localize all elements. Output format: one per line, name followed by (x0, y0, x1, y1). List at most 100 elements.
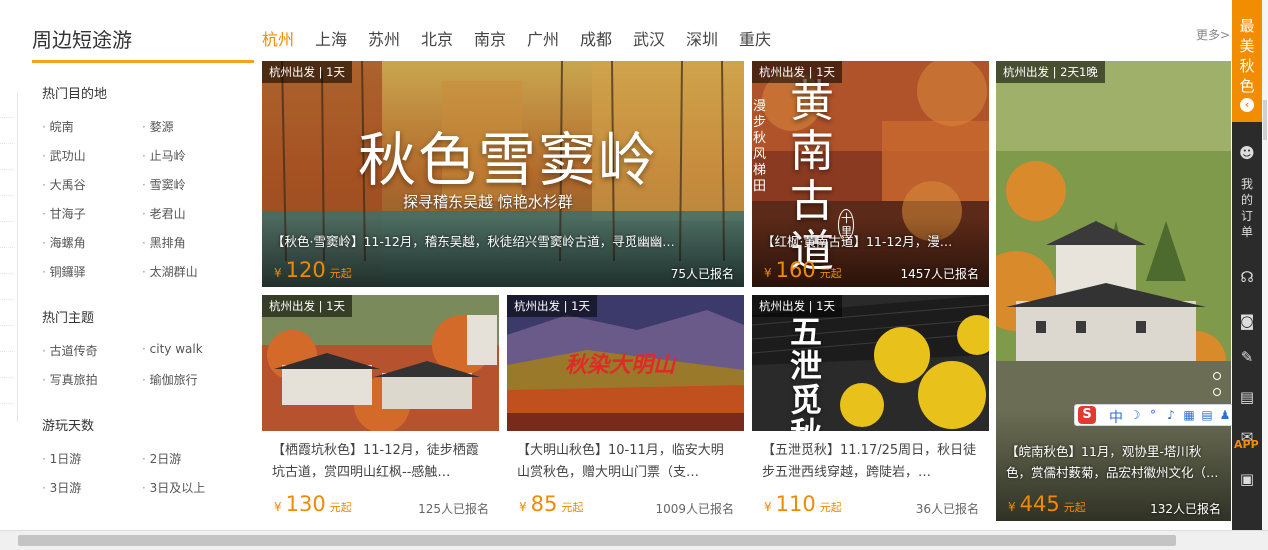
sidebar-item-destination[interactable]: 老君山 (142, 205, 186, 222)
tab-chengdu[interactable]: 成都 (580, 26, 612, 50)
right-floating-panel: 最美秋色 ‹ ☻ 我的订单 ☊ ◙ ✎ ▤ ✉ APP ▣ (1232, 0, 1262, 530)
tour-card[interactable]: 杭州出发 | 2天1晚 【皖南秋色】11月，观协里-塔川秋色，赏儒村薮菊，品宏村… (996, 61, 1231, 521)
tab-nanjing[interactable]: 南京 (474, 26, 506, 50)
price: ¥110 元起 (764, 492, 842, 516)
tab-guangzhou[interactable]: 广州 (527, 26, 559, 50)
left-edge-panel (0, 92, 18, 422)
carousel-dots (1213, 372, 1221, 404)
tour-title[interactable]: 【栖霞坑秋色】11-12月，徒步栖霞坑古道，赏四明山红枫--感触… (272, 440, 489, 484)
document-icon[interactable]: ▤ (1238, 388, 1256, 406)
tour-title[interactable]: 【五泄觅秋】11.17/25周日，秋日徒步五泄西线穿越，跨陡岩，… (762, 440, 979, 484)
grid-icon[interactable]: ▤ (1201, 408, 1213, 422)
horizontal-scrollbar-thumb[interactable] (18, 535, 1176, 546)
sidebar-item-destination[interactable]: 铜鑼驿 (42, 263, 86, 280)
tour-card[interactable]: 五泄觅秋 杭州出发 | 1天 【五泄觅秋】11.17/25周日，秋日徒步五泄西线… (752, 295, 989, 521)
sidebar-item-theme[interactable]: city walk (142, 342, 203, 356)
sidebar-item-destination[interactable]: 武功山 (42, 147, 86, 164)
tab-shanghai[interactable]: 上海 (315, 26, 347, 50)
price: ¥120 元起 (274, 258, 352, 282)
horizontal-scrollbar[interactable] (0, 530, 1268, 550)
price-value: 445 (1019, 492, 1060, 516)
tab-chongqing[interactable]: 重庆 (739, 26, 771, 50)
punctuation-icon[interactable]: ° (1147, 408, 1159, 422)
carousel-dot[interactable] (1213, 388, 1221, 396)
tour-title[interactable]: 【大明山秋色】10-11月，临安大明山赏秋色，赠大明山门票（支… (517, 440, 734, 484)
ime-logo-icon[interactable]: S (1078, 406, 1096, 424)
tour-card[interactable]: 杭州出发 | 1天 【栖霞坑秋色】11-12月，徒步栖霞坑古道，赏四明山红枫--… (262, 295, 499, 521)
price-value: 160 (775, 258, 816, 282)
sidebar-item-destination[interactable]: 大禹谷 (42, 176, 86, 193)
sidebar-item-destination[interactable]: 雪窦岭 (142, 176, 186, 193)
tour-title[interactable]: 【红枫·黄南古道】11-12月，漫… (762, 231, 981, 250)
signup-count: 1457人已报名 (900, 267, 979, 281)
departure-tag: 杭州出发 | 1天 (262, 295, 353, 317)
carousel-dot[interactable] (1213, 372, 1221, 380)
qrcode-icon[interactable]: ▣ (1238, 470, 1256, 488)
sidebar-item-destination[interactable]: 黑排角 (142, 234, 186, 251)
user-icon[interactable]: ♟ (1219, 408, 1231, 422)
price-currency: ¥ (274, 266, 282, 280)
tour-title[interactable]: 【秋色·雪窦岭】11-12月，稽东吴越，秋徒绍兴雪窦岭古道，寻觅幽幽… (272, 231, 736, 250)
price-currency: ¥ (274, 500, 282, 514)
tour-card[interactable]: 秋染大明山 杭州出发 | 1天 【大明山秋色】10-11月，临安大明山赏秋色，赠… (507, 295, 744, 521)
price-suffix: 元起 (561, 501, 584, 514)
camera-icon[interactable]: ◙ (1238, 312, 1256, 330)
sidebar-item-days[interactable]: 3日及以上 (142, 479, 206, 496)
sidebar-item-destination[interactable]: 海螺角 (42, 234, 86, 251)
price-currency: ¥ (1008, 500, 1016, 514)
price-value: 130 (285, 492, 326, 516)
chevron-left-icon[interactable]: ‹ (1240, 98, 1254, 112)
price-suffix: 元起 (329, 501, 352, 514)
autumn-banner-button[interactable]: 最美秋色 ‹ (1232, 0, 1262, 122)
sidebar-item-theme[interactable]: 写真旅拍 (42, 371, 98, 388)
price: ¥130 元起 (274, 492, 352, 516)
signup-count: 1009人已报名 (655, 502, 734, 516)
price: ¥445 元起 (1008, 492, 1086, 516)
price-suffix: 元起 (329, 267, 352, 280)
more-link[interactable]: 更多> (1196, 26, 1230, 43)
departure-tag: 杭州出发 | 1天 (507, 295, 598, 317)
sidebar-item-theme[interactable]: 瑜伽旅行 (142, 371, 198, 388)
sidebar-item-destination[interactable]: 皖南 (42, 118, 74, 135)
tour-title[interactable]: 【皖南秋色】11月，观协里-塔川秋色，赏儒村薮菊，品宏村徽州文化（… (1006, 441, 1223, 483)
tab-beijing[interactable]: 北京 (421, 26, 453, 50)
moon-icon[interactable]: ☽ (1129, 408, 1141, 422)
signup-count: 75人已报名 (670, 267, 734, 281)
vertical-scrollbar-thumb[interactable] (1263, 100, 1267, 140)
sidebar-item-destination[interactable]: 甘海子 (42, 205, 86, 222)
tab-suzhou[interactable]: 苏州 (368, 26, 400, 50)
sidebar-item-destination[interactable]: 婺源 (142, 118, 174, 135)
tab-hangzhou[interactable]: 杭州 (262, 26, 294, 50)
price-suffix: 元起 (819, 501, 842, 514)
signup-count: 36人已报名 (915, 502, 979, 516)
pencil-icon[interactable]: ✎ (1238, 348, 1256, 366)
tab-shenzhen[interactable]: 深圳 (686, 26, 718, 50)
sidebar: 热门目的地 皖南 婺源 武功山 止马岭 大禹谷 雪窦岭 甘海子 老君山 海螺角 … (32, 63, 254, 530)
banner-title: 五泄觅秋 (790, 313, 823, 431)
tour-photo: 秋色雪窦岭 探寻稽东吴越 惊艳水杉群 (262, 61, 744, 287)
departure-tag: 杭州出发 | 1天 (752, 61, 843, 83)
user-icon[interactable]: ☻ (1238, 144, 1256, 162)
sidebar-item-destination[interactable]: 太湖群山 (142, 263, 198, 280)
price-suffix: 元起 (1063, 501, 1086, 514)
sidebar-item-destination[interactable]: 止马岭 (142, 147, 186, 164)
vertical-scrollbar[interactable] (1262, 0, 1268, 530)
sidebar-item-days[interactable]: 3日游 (42, 479, 82, 496)
price-value: 85 (530, 492, 558, 516)
banner-subtitle: 探寻稽东吴越 惊艳水杉群 (403, 193, 573, 211)
price-currency: ¥ (764, 266, 772, 280)
app-download-link[interactable]: APP (1234, 438, 1259, 451)
sidebar-item-days[interactable]: 2日游 (142, 450, 182, 467)
tab-wuhan[interactable]: 武汉 (633, 26, 665, 50)
sidebar-item-days[interactable]: 1日游 (42, 450, 82, 467)
price-currency: ¥ (519, 500, 527, 514)
tour-card[interactable]: 黄南古道 漫步秋风梯田 十里 杭州出发 | 1天 【红枫·黄南古道】11-12月… (752, 61, 989, 287)
sidebar-item-theme[interactable]: 古道传奇 (42, 342, 98, 359)
keyboard-icon[interactable]: ▦ (1183, 408, 1195, 422)
microphone-icon[interactable]: ♪ (1165, 408, 1177, 422)
my-orders-link[interactable]: 我的订单 (1240, 176, 1254, 240)
tour-card[interactable]: 秋色雪窦岭 探寻稽东吴越 惊艳水杉群 杭州出发 | 1天 【秋色·雪窦岭】11-… (262, 61, 744, 287)
price-value: 120 (285, 258, 326, 282)
ime-language-toggle[interactable]: 中 (1109, 407, 1123, 427)
headset-icon[interactable]: ☊ (1238, 268, 1256, 286)
